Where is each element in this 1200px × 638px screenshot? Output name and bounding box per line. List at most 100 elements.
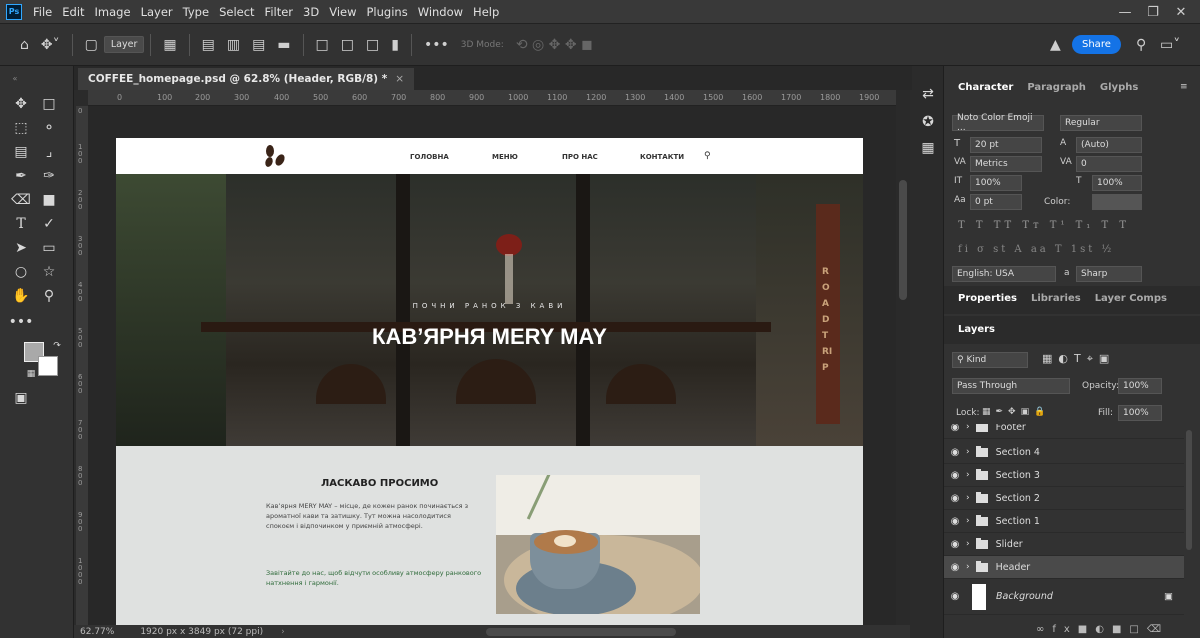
menu-3d[interactable]: 3D — [298, 5, 324, 19]
tracking-field[interactable]: 0 — [1076, 156, 1142, 172]
lock-icons[interactable]: ▦✒✥▣🔒 — [982, 407, 1050, 417]
menu-image[interactable]: Image — [90, 5, 136, 19]
panel-menu-icon[interactable]: ≡ — [1180, 82, 1188, 92]
menu-layer[interactable]: Layer — [136, 5, 178, 19]
layer-filter-icons[interactable]: ▦◐T⌖▣ — [1042, 352, 1115, 366]
layer-actions-bar[interactable]: ∞fx■◐■□⌫ — [1036, 624, 1169, 635]
nav-home[interactable]: ГОЛОВНА — [410, 153, 449, 161]
move-tool-icon[interactable]: ✥˅ — [41, 37, 60, 53]
font-size-field[interactable]: 20 pt — [970, 137, 1042, 153]
brush-tool-icon[interactable]: ✑ — [38, 166, 60, 186]
visibility-eye-icon[interactable]: ◉ — [944, 591, 966, 602]
font-family-select[interactable]: Noto Color Emoji ... — [952, 113, 1044, 133]
align-bottom-icon[interactable]: □ — [366, 37, 379, 53]
visibility-eye-icon[interactable]: ◉ — [944, 562, 966, 573]
text-color-swatch[interactable] — [1092, 194, 1142, 210]
fill-field[interactable]: 100% — [1118, 405, 1162, 421]
tab-libraries[interactable]: Libraries — [1031, 293, 1081, 304]
antialias-select[interactable]: Sharp — [1076, 266, 1142, 282]
gradient-tool-icon[interactable]: ■ — [38, 190, 60, 210]
visibility-eye-icon[interactable]: ◉ — [944, 539, 966, 550]
transform-controls-icon[interactable]: ▦ — [163, 37, 176, 53]
custom-shape-tool-icon[interactable]: ☆ — [38, 262, 60, 282]
language-select[interactable]: English: USA — [952, 266, 1056, 282]
search-icon[interactable]: ⚲ — [1136, 37, 1146, 53]
site-search-icon[interactable]: ⚲ — [704, 151, 711, 161]
font-style-select[interactable]: Regular — [1060, 115, 1142, 131]
align-middle-icon[interactable]: □ — [341, 37, 354, 53]
baseline-shift-field[interactable]: 0 pt — [970, 194, 1022, 210]
menu-file[interactable]: File — [28, 5, 57, 19]
distribute-vertical-icon[interactable]: ▮ — [391, 37, 399, 53]
visibility-eye-icon[interactable]: ◉ — [944, 470, 966, 481]
workspace-icon[interactable]: ▭˅ — [1160, 37, 1180, 53]
rectangle-tool-icon[interactable]: ▭ — [38, 238, 60, 258]
opacity-field[interactable]: 100% — [1118, 378, 1162, 394]
object-select-tool-icon[interactable]: ▤ — [10, 142, 32, 162]
collapse-icon[interactable]: « — [4, 68, 26, 88]
tab-paragraph[interactable]: Paragraph — [1027, 82, 1086, 93]
close-icon[interactable]: ✕ — [1166, 0, 1196, 24]
nav-menu[interactable]: МЕНЮ — [492, 153, 518, 161]
close-tab-icon[interactable]: × — [395, 73, 404, 85]
type-style-buttons[interactable]: T T TT Tт T¹ T₁ T T — [958, 220, 1130, 231]
menu-plugins[interactable]: Plugins — [362, 5, 413, 19]
menu-select[interactable]: Select — [214, 5, 259, 19]
document-tab[interactable]: COFFEE_homepage.psd @ 62.8% (Header, RGB… — [78, 68, 415, 90]
eraser-tool-icon[interactable]: ⌫ — [10, 190, 32, 210]
kerning-field[interactable]: Metrics — [970, 156, 1042, 172]
swap-colors-icon[interactable]: ↷ — [46, 336, 68, 356]
tab-layers[interactable]: Layers — [958, 324, 995, 335]
opentype-buttons[interactable]: fi σ st A aa T 1st ½ — [958, 244, 1114, 255]
menu-view[interactable]: View — [324, 5, 361, 19]
layer-row[interactable]: ◉ › Section 4 — [944, 441, 1184, 464]
minimize-icon[interactable]: — — [1110, 0, 1140, 24]
hand-tool-icon[interactable]: ✋ — [10, 286, 32, 306]
layer-select-dropdown[interactable]: Layer — [103, 36, 145, 53]
visibility-eye-icon[interactable]: ◉ — [944, 493, 966, 504]
visibility-eye-icon[interactable]: ◉ — [944, 447, 966, 458]
menu-filter[interactable]: Filter — [260, 5, 298, 19]
menu-type[interactable]: Type — [178, 5, 214, 19]
zoom-tool-icon[interactable]: ⚲ — [38, 286, 60, 306]
marquee-tool-icon[interactable]: ⬚ — [10, 118, 32, 138]
artboard-tool-icon[interactable]: □ — [38, 94, 60, 114]
default-colors-icon[interactable]: ▦ — [20, 364, 42, 384]
flask-icon[interactable]: ▲ — [1050, 37, 1061, 53]
tab-layer-comps[interactable]: Layer Comps — [1095, 293, 1167, 304]
align-center-icon[interactable]: ▥ — [227, 37, 240, 53]
layer-row[interactable]: ◉ › Section 2 — [944, 487, 1184, 510]
layer-row[interactable]: ◉ › Footer — [944, 424, 1184, 439]
align-right-icon[interactable]: ▤ — [252, 37, 265, 53]
table-icon[interactable]: ▦ — [917, 138, 939, 158]
scrollbar-thumb[interactable] — [899, 180, 907, 300]
document-size-info[interactable]: 1920 px x 3849 px (72 ppi) — [140, 627, 263, 637]
menu-edit[interactable]: Edit — [57, 5, 89, 19]
distribute-icon[interactable]: ▬ — [277, 37, 290, 53]
tab-character[interactable]: Character — [958, 82, 1013, 93]
layer-row-selected[interactable]: ◉ › Header — [944, 556, 1184, 579]
home-icon[interactable]: ⌂ — [20, 37, 29, 53]
vertical-scrollbar[interactable] — [896, 90, 910, 625]
layer-row[interactable]: ◉ Background ▣ — [944, 579, 1184, 615]
auto-select-icon[interactable]: ▢ — [85, 37, 98, 53]
visibility-eye-icon[interactable]: ◉ — [944, 516, 966, 527]
edit-toolbar-icon[interactable]: ••• — [9, 312, 34, 332]
align-left-icon[interactable]: ▤ — [202, 37, 215, 53]
nav-contacts[interactable]: КОНТАКТИ — [640, 153, 684, 161]
crop-tool-icon[interactable]: ⌟ — [38, 142, 60, 162]
leading-field[interactable]: (Auto) — [1076, 137, 1142, 153]
vertical-scale-field[interactable]: 100% — [970, 175, 1022, 191]
restore-icon[interactable]: ❐ — [1138, 0, 1168, 24]
zoom-level[interactable]: 62.77% — [80, 627, 114, 637]
tab-glyphs[interactable]: Glyphs — [1100, 82, 1138, 93]
share-button[interactable]: Share — [1072, 35, 1121, 54]
layer-row[interactable]: ◉ › Slider — [944, 533, 1184, 556]
layer-filter-kind[interactable]: ⚲ Kind — [952, 352, 1028, 368]
layers-scrollbar[interactable] — [1186, 430, 1192, 550]
history-icon[interactable]: ⇄ — [917, 84, 939, 104]
adjustments-icon[interactable]: ✪ — [917, 112, 939, 132]
type-tool-icon[interactable]: T — [10, 214, 32, 234]
horizontal-scale-field[interactable]: 100% — [1092, 175, 1142, 191]
layer-row[interactable]: ◉ › Section 1 — [944, 510, 1184, 533]
